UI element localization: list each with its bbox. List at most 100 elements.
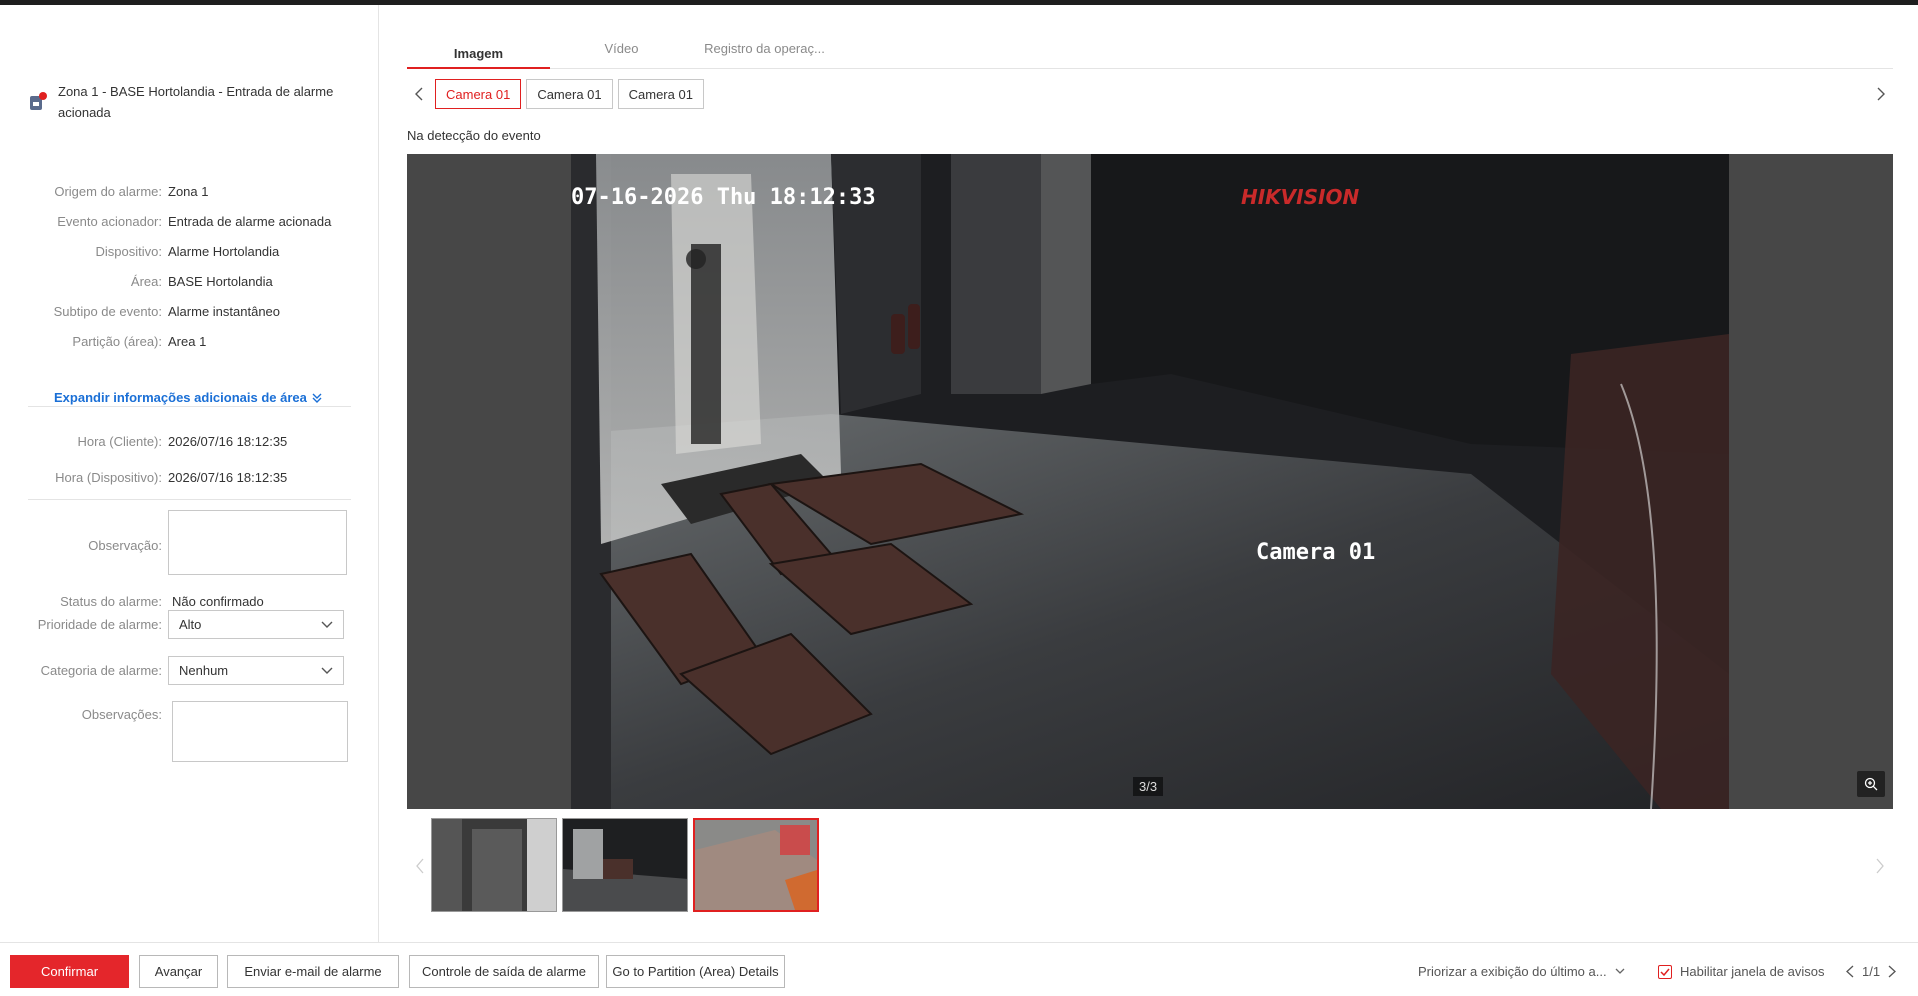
time-value: 2026/07/16 18:12:35 — [168, 433, 288, 449]
detail-value: Zona 1 — [168, 183, 209, 199]
thumbnail-1[interactable] — [431, 818, 557, 912]
notes-textarea[interactable] — [172, 701, 348, 762]
time-value: 2026/07/16 18:12:35 — [168, 469, 288, 485]
thumbnail-3[interactable] — [693, 818, 819, 912]
detail-area: Área: BASE Hortolandia — [0, 271, 370, 291]
thumbnail-next-button[interactable] — [1871, 853, 1889, 879]
priority-select[interactable]: Alto — [168, 610, 344, 639]
enable-popup-option[interactable]: Habilitar janela de avisos — [1658, 955, 1825, 988]
pager-label: 1/1 — [1862, 964, 1881, 979]
chevron-left-icon — [416, 858, 424, 874]
camera-button[interactable]: Camera 01 — [435, 79, 522, 109]
detail-label: Origem do alarme: — [54, 183, 162, 199]
chevron-left-icon[interactable] — [1846, 965, 1854, 978]
zoom-in-icon — [1864, 777, 1878, 791]
chevron-right-icon[interactable] — [1888, 965, 1897, 978]
camera-prev-button[interactable] — [407, 79, 431, 109]
chevron-right-icon — [1877, 87, 1885, 101]
image-counter: 3/3 — [1133, 777, 1164, 796]
partition-details-button[interactable]: Go to Partition (Area) Details — [606, 955, 785, 988]
detection-label: Na detecção do evento — [407, 128, 541, 143]
detail-label: Área: — [130, 273, 162, 289]
divider — [28, 406, 351, 407]
status-label: Status do alarme: — [60, 593, 162, 609]
thumbnail-2[interactable] — [562, 818, 688, 912]
detail-partition: Partição (área): Area 1 — [0, 331, 370, 351]
chevron-left-icon — [415, 87, 423, 101]
thumbnail-prev-button[interactable] — [411, 853, 429, 879]
camera-selector: Camera 01 Camera 01 Camera 01 — [407, 79, 1893, 109]
category-select-value: Nenhum — [179, 663, 229, 678]
chevron-down-icon — [321, 667, 333, 674]
osd-timestamp: 07-16-2026 Thu 18:12:33 — [571, 185, 876, 210]
priority-display-dropdown[interactable]: Priorizar a exibição do último a... — [1418, 955, 1625, 988]
double-chevron-down-icon — [312, 393, 322, 403]
thumbnail-strip — [407, 815, 1893, 915]
osd-camera-name: Camera 01 — [1256, 540, 1375, 565]
expand-area-info-label: Expandir informações adicionais de área — [54, 390, 307, 405]
detail-value: Alarme Hortolandia — [168, 243, 280, 259]
enable-popup-label: Habilitar janela de avisos — [1680, 964, 1825, 979]
priority-label: Prioridade de alarme: — [37, 617, 162, 632]
detail-label: Evento acionador: — [57, 213, 162, 229]
pager: 1/1 — [1846, 955, 1897, 988]
osd-brand-logo: HIKVISION — [1241, 185, 1359, 209]
priority-display-label: Priorizar a exibição do último a... — [1418, 964, 1607, 979]
alarm-output-control-button[interactable]: Controle de saída de alarme — [409, 955, 599, 988]
media-tabs: Imagem Vídeo Registro da operaç... — [407, 38, 1893, 69]
priority-select-value: Alto — [179, 617, 202, 632]
detail-trigger-event: Evento acionador: Entrada de alarme acio… — [0, 211, 370, 231]
zoom-in-button[interactable] — [1857, 771, 1885, 797]
notes-label: Observações: — [81, 707, 162, 722]
chevron-down-icon — [321, 621, 333, 628]
divider — [28, 499, 351, 500]
advance-button[interactable]: Avançar — [139, 955, 218, 988]
tab-video[interactable]: Vídeo — [550, 38, 693, 68]
notes-field: Observações: — [0, 701, 348, 762]
priority-field: Prioridade de alarme: Alto — [0, 610, 344, 639]
detail-value: BASE Hortolandia — [168, 273, 273, 289]
camera-button[interactable]: Camera 01 — [617, 79, 704, 109]
time-client: Hora (Cliente): 2026/07/16 18:12:35 — [0, 431, 370, 451]
action-bar: Confirmar Avançar Enviar e-mail de alarm… — [0, 942, 1918, 996]
image-viewer[interactable]: 07-16-2026 Thu 18:12:33 HIKVISION Camera… — [407, 154, 1893, 809]
observation-field: Observação: — [0, 510, 347, 575]
category-label: Categoria de alarme: — [40, 663, 162, 678]
confirm-button[interactable]: Confirmar — [10, 955, 129, 988]
status-value: Não confirmado — [172, 593, 264, 609]
send-email-button[interactable]: Enviar e-mail de alarme — [227, 955, 399, 988]
chevron-down-icon — [1615, 968, 1625, 974]
enable-popup-checkbox[interactable] — [1658, 964, 1672, 979]
alarm-zone-icon — [28, 90, 48, 112]
detail-value: Entrada de alarme acionada — [168, 213, 332, 229]
alarm-title: Zona 1 - BASE Hortolandia - Entrada de a… — [58, 84, 334, 120]
category-select[interactable]: Nenhum — [168, 656, 344, 685]
time-label: Hora (Dispositivo): — [55, 469, 162, 485]
checkmark-icon — [1660, 968, 1670, 976]
detail-origin: Origem do alarme: Zona 1 — [0, 181, 370, 201]
snapshot-scene: 07-16-2026 Thu 18:12:33 HIKVISION Camera… — [571, 154, 1729, 809]
camera-next-button[interactable] — [1869, 79, 1893, 109]
alarm-status-row: Status do alarme: Não confirmado — [0, 591, 370, 611]
detail-value: Area 1 — [168, 333, 207, 349]
tab-operation-log[interactable]: Registro da operaç... — [693, 38, 836, 68]
time-device: Hora (Dispositivo): 2026/07/16 18:12:35 — [0, 467, 370, 487]
detail-label: Partição (área): — [72, 333, 162, 349]
camera-button[interactable]: Camera 01 — [526, 79, 613, 109]
alarm-header: Zona 1 - BASE Hortolandia - Entrada de a… — [28, 81, 358, 123]
thumbnail-1-image — [432, 819, 556, 911]
detail-event-subtype: Subtipo de evento: Alarme instantâneo — [0, 301, 370, 321]
thumbnail-2-image — [563, 819, 687, 911]
time-label: Hora (Cliente): — [77, 433, 162, 449]
chevron-right-icon — [1876, 858, 1884, 874]
detail-value: Alarme instantâneo — [168, 303, 281, 319]
expand-area-info-link[interactable]: Expandir informações adicionais de área — [54, 390, 323, 405]
observation-label: Observação: — [88, 538, 162, 553]
category-field: Categoria de alarme: Nenhum — [0, 656, 344, 685]
camera-snapshot: 07-16-2026 Thu 18:12:33 HIKVISION Camera… — [571, 154, 1729, 809]
observation-textarea[interactable] — [168, 510, 347, 575]
detail-device: Dispositivo: Alarme Hortolandia — [0, 241, 370, 261]
detail-label: Dispositivo: — [95, 243, 162, 259]
detail-label: Subtipo de evento: — [53, 303, 162, 319]
tab-image[interactable]: Imagem — [407, 42, 550, 69]
